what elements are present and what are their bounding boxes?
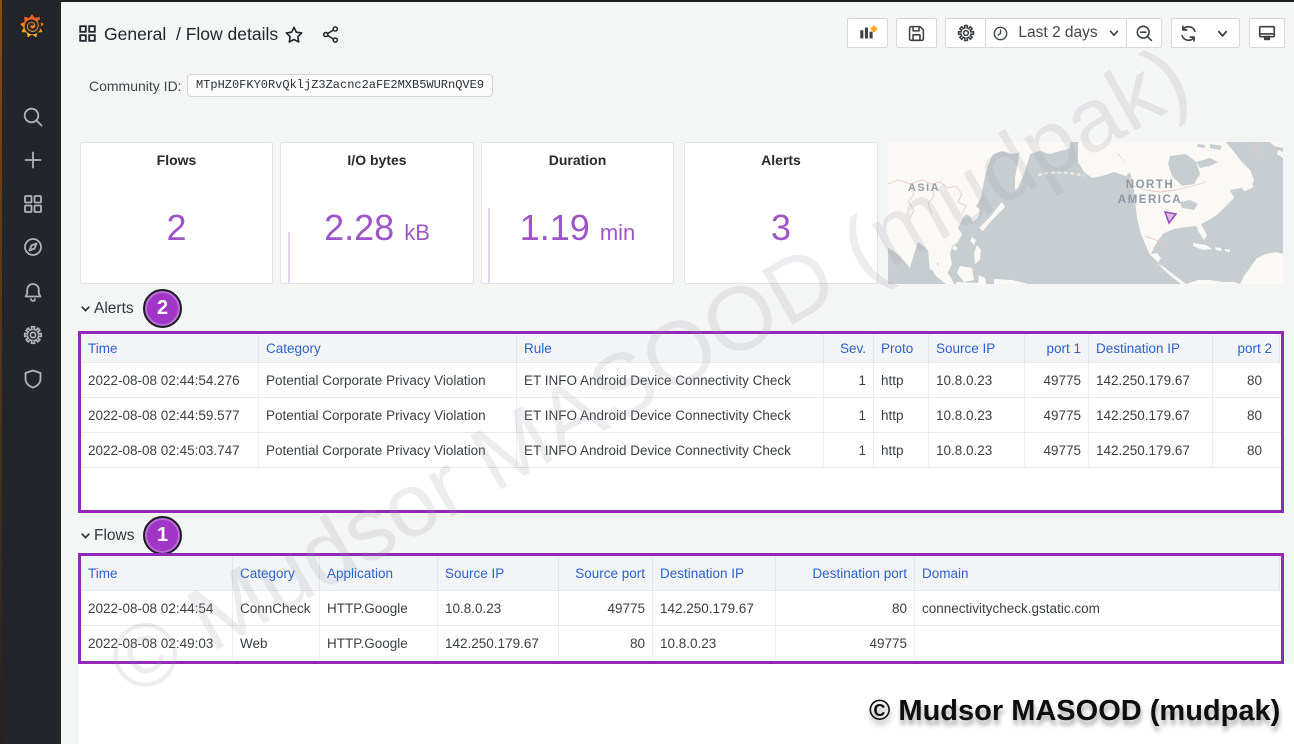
svg-text:ASIA: ASIA <box>908 182 940 194</box>
svg-text:NORTH: NORTH <box>1126 179 1174 191</box>
svg-text:AMERICA: AMERICA <box>1118 194 1182 206</box>
